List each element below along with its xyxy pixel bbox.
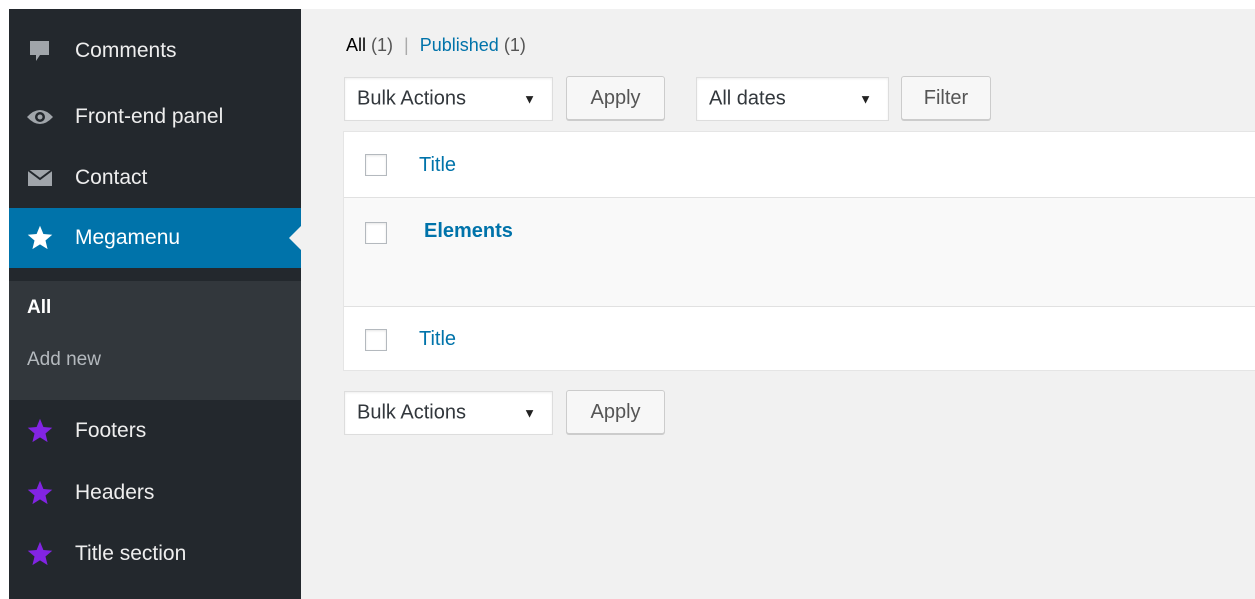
apply-button-bottom[interactable]: Apply (566, 390, 665, 434)
submenu-item-all[interactable]: All (27, 297, 51, 319)
bulk-actions-value: Bulk Actions (357, 401, 466, 424)
admin-sidebar: Comments Front-end panel Contact Megamen… (9, 9, 301, 599)
select-all-checkbox[interactable] (365, 154, 387, 176)
post-title-link[interactable]: Elements (424, 220, 513, 243)
bulk-actions-value: Bulk Actions (357, 87, 466, 110)
table-row: Elements (344, 198, 1255, 307)
sidebar-item-label: Contact (75, 166, 148, 189)
view-published-link[interactable]: Published (420, 35, 499, 55)
sidebar-item-title-section[interactable]: Title section (9, 524, 301, 584)
submenu-item-add-new[interactable]: Add new (27, 349, 101, 371)
admin-frame: Comments Front-end panel Contact Megamen… (9, 9, 1255, 599)
sidebar-item-megamenu[interactable]: Megamenu (9, 208, 301, 268)
caret-down-icon: ▼ (523, 91, 536, 107)
megamenu-submenu: All Add new (9, 281, 301, 400)
view-filters: All (1) | Published (1) (346, 35, 526, 56)
caret-down-icon: ▼ (523, 405, 536, 421)
date-filter-select[interactable]: All dates ▼ (696, 77, 889, 121)
date-filter-value: All dates (709, 87, 786, 110)
view-published-count: (1) (503, 35, 526, 55)
sidebar-item-front-end-panel[interactable]: Front-end panel (9, 87, 301, 147)
star-icon (26, 479, 54, 507)
sidebar-item-label: Front-end panel (75, 105, 224, 128)
filter-button[interactable]: Filter (901, 76, 991, 120)
sidebar-item-label: Headers (75, 481, 155, 504)
view-all-count: (1) (371, 35, 394, 55)
sidebar-item-label: Comments (75, 39, 177, 62)
column-title-footer[interactable]: Title (419, 328, 456, 351)
view-all-link[interactable]: All (346, 35, 366, 55)
star-icon (26, 417, 54, 445)
comment-icon (26, 37, 54, 65)
sidebar-item-headers[interactable]: Headers (9, 463, 301, 523)
star-icon (26, 540, 54, 568)
apply-button-top[interactable]: Apply (566, 76, 665, 120)
column-title-header[interactable]: Title (419, 154, 456, 177)
eye-icon (26, 103, 54, 131)
envelope-icon (26, 164, 54, 192)
star-icon (26, 224, 54, 252)
sidebar-item-label: Megamenu (75, 226, 181, 249)
row-checkbox[interactable] (365, 222, 387, 244)
sidebar-item-contact[interactable]: Contact (9, 148, 301, 208)
sidebar-item-comments[interactable]: Comments (9, 21, 301, 81)
bulk-actions-select-bottom[interactable]: Bulk Actions ▼ (344, 391, 553, 435)
bulk-actions-select-top[interactable]: Bulk Actions ▼ (344, 77, 553, 121)
table-footer-row: Title (344, 307, 1255, 371)
view-separator: | (404, 35, 409, 55)
current-menu-arrow (289, 226, 301, 250)
table-header-row: Title (344, 132, 1255, 198)
sidebar-item-label: Footers (75, 419, 147, 442)
posts-table: Title Elements Title (343, 131, 1255, 371)
main-content: All (1) | Published (1) Bulk Actions ▼ A… (301, 9, 1255, 599)
sidebar-item-footers[interactable]: Footers (9, 401, 301, 461)
caret-down-icon: ▼ (859, 91, 872, 107)
select-all-checkbox-footer[interactable] (365, 329, 387, 351)
sidebar-item-label: Title section (75, 542, 187, 565)
